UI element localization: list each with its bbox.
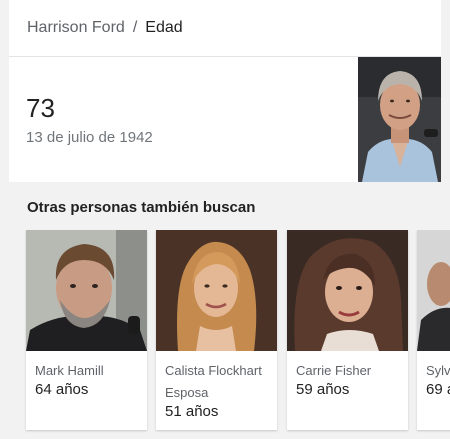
- harrison-ford-photo[interactable]: [358, 57, 441, 182]
- person-card-carrie-fisher[interactable]: Carrie Fisher 59 años: [287, 230, 408, 430]
- portrait-image: [358, 57, 441, 182]
- age-value: 73: [26, 93, 55, 123]
- person-relation: Esposa: [165, 385, 209, 400]
- person-name: Carrie Fisher: [296, 363, 372, 378]
- person-card-calista-flockhart[interactable]: Calista Flockhart Esposa 51 años: [156, 230, 277, 430]
- person-age: 69 a: [426, 381, 450, 398]
- birth-date: 13 de julio de 1942: [26, 129, 153, 146]
- breadcrumb-parent-link[interactable]: Harrison Ford: [27, 19, 125, 37]
- person-card-sylv[interactable]: Sylv 69 a: [417, 230, 450, 430]
- person-card-mark-hamill[interactable]: Mark Hamill 64 años: [26, 230, 147, 430]
- calista-flockhart-photo: [156, 230, 277, 351]
- person-name: Sylv: [426, 363, 450, 378]
- sylv-photo: [417, 230, 450, 351]
- related-title: Otras personas también buscan: [27, 199, 256, 216]
- breadcrumb-current: Edad: [145, 19, 183, 36]
- person-age: 51 años: [165, 403, 219, 420]
- answer-panel: 73 13 de julio de 1942: [9, 57, 441, 182]
- person-name: Mark Hamill: [35, 363, 104, 378]
- related-people-section: Otras personas también buscan Mark Hamil…: [9, 182, 450, 439]
- person-age: 64 años: [35, 381, 89, 398]
- breadcrumb: Harrison Ford / Edad: [9, 0, 441, 57]
- mark-hamill-photo: [26, 230, 147, 351]
- carrie-fisher-photo: [287, 230, 408, 351]
- person-name: Calista Flockhart: [165, 363, 262, 378]
- knowledge-card: Harrison Ford / Edad 73 13 de julio de 1…: [9, 0, 450, 439]
- people-carousel[interactable]: Mark Hamill 64 años Calista Flockhart Es…: [9, 230, 450, 439]
- person-age: 59 años: [296, 381, 350, 398]
- breadcrumb-separator: /: [132, 19, 138, 36]
